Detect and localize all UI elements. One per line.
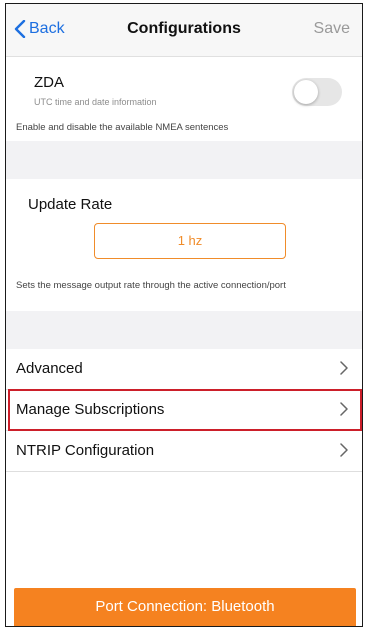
section-divider (6, 311, 362, 349)
zda-title: ZDA (34, 74, 64, 91)
port-connection-button[interactable]: Port Connection: Bluetooth (14, 588, 356, 626)
list-item-ntrip-configuration[interactable]: NTRIP Configuration (6, 431, 362, 472)
list-item-label: Advanced (16, 360, 83, 377)
nmea-help-text: Enable and disable the available NMEA se… (16, 122, 229, 133)
chevron-right-icon (340, 402, 348, 416)
navigation-bar: Back Configurations Save (6, 4, 362, 57)
list-item-label: Manage Subscriptions (16, 401, 165, 418)
update-rate-selector[interactable]: 1 hz (94, 223, 286, 259)
section-divider (6, 141, 362, 179)
list-item-advanced[interactable]: Advanced (6, 349, 362, 390)
list-item-manage-subscriptions[interactable]: Manage Subscriptions (6, 390, 362, 431)
save-button[interactable]: Save (314, 20, 350, 38)
toggle-knob (294, 80, 318, 104)
chevron-right-icon (340, 443, 348, 457)
phone-screen: Back Configurations Save ZDA UTC time an… (5, 3, 363, 627)
update-rate-help-text: Sets the message output rate through the… (16, 280, 286, 291)
list-item-label: NTRIP Configuration (16, 442, 155, 459)
chevron-right-icon (340, 361, 348, 375)
zda-subtitle: UTC time and date information (34, 97, 157, 107)
zda-toggle[interactable] (292, 78, 342, 106)
zda-setting-row: ZDA UTC time and date information (26, 64, 342, 114)
page-title: Configurations (127, 20, 241, 37)
update-rate-title: Update Rate (28, 196, 113, 213)
